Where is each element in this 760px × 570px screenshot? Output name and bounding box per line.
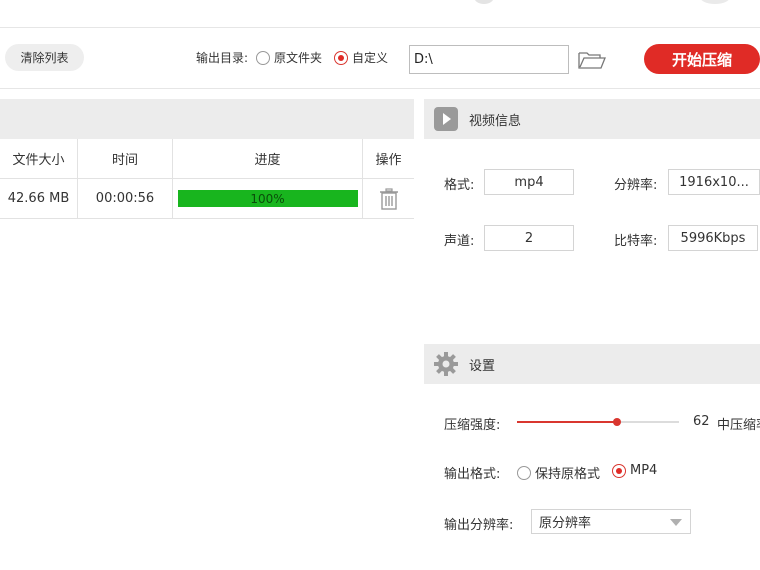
table-row[interactable]: 42.66 MB 00:00:56 100%: [0, 179, 414, 219]
strength-desc: 中压缩率: [717, 418, 760, 433]
bitrate-value: 5996Kbps: [668, 225, 758, 251]
video-info-header: 视频信息: [424, 99, 760, 139]
folder-open-icon[interactable]: [578, 50, 606, 70]
slider-fill: [517, 421, 618, 423]
progress-bar: 100%: [177, 190, 358, 207]
window-control-icon[interactable]: [474, 0, 494, 4]
column-header: 时间: [78, 139, 173, 178]
bitrate-label: 比特率:: [614, 234, 658, 249]
output-path-input[interactable]: [409, 45, 569, 74]
output-dir-label: 输出目录:: [196, 51, 249, 65]
output-format-label: 输出格式:: [444, 467, 501, 482]
toolbar: 清除列表 输出目录: 原文件夹 自定义 开始压缩: [0, 28, 760, 89]
action-cell: [363, 179, 414, 218]
compression-slider[interactable]: [517, 418, 679, 426]
radio-mp4-label: MP4: [630, 463, 658, 478]
column-header: 操作: [375, 153, 402, 168]
radio-original-folder[interactable]: 原文件夹: [256, 49, 322, 66]
table-header-row: 文件大小 时间 进度 操作: [0, 139, 414, 179]
radio-keep-format[interactable]: 保持原格式: [517, 463, 600, 482]
duration-cell: 00:00:56: [78, 179, 173, 218]
file-list-header-bar: [0, 99, 414, 139]
video-info-title: 视频信息: [469, 113, 522, 129]
output-resolution-select[interactable]: 原分辨率: [531, 509, 691, 534]
settings-title: 设置: [469, 358, 496, 374]
chevron-down-icon: [670, 519, 682, 526]
file-size-cell: 42.66 MB: [0, 179, 78, 218]
resolution-label: 分辨率:: [614, 178, 658, 193]
format-label: 格式:: [444, 178, 475, 193]
radio-mp4[interactable]: MP4: [612, 463, 657, 478]
radio-original-label: 原文件夹: [274, 51, 323, 65]
clear-list-button[interactable]: 清除列表: [5, 44, 84, 71]
channels-label: 声道:: [444, 234, 475, 249]
window-control-icon[interactable]: [700, 0, 730, 4]
radio-indicator: [256, 50, 270, 65]
title-bar: [0, 0, 760, 28]
gear-icon: [434, 352, 458, 376]
column-header: 文件大小: [0, 139, 78, 178]
resolution-value: 1916x10...: [668, 169, 760, 195]
radio-custom-folder[interactable]: 自定义: [334, 49, 388, 66]
column-header: 进度: [173, 139, 363, 178]
slider-thumb[interactable]: [613, 418, 622, 426]
progress-text: 100%: [250, 191, 285, 206]
output-resolution-label: 输出分辨率:: [444, 518, 514, 533]
trash-icon[interactable]: [379, 187, 399, 210]
channels-value: 2: [484, 225, 574, 251]
strength-value: 62: [693, 414, 710, 429]
settings-header: 设置: [424, 344, 760, 384]
radio-indicator: [612, 463, 626, 478]
radio-indicator: [334, 50, 348, 65]
radio-indicator: [517, 465, 531, 480]
file-table: 文件大小 时间 进度 操作 42.66 MB 00:00:56 100%: [0, 139, 414, 219]
format-value: mp4: [484, 169, 574, 195]
radio-custom-label: 自定义: [352, 51, 389, 65]
radio-keep-format-label: 保持原格式: [535, 467, 601, 482]
strength-label: 压缩强度:: [444, 418, 501, 433]
start-compress-button[interactable]: 开始压缩: [644, 44, 760, 74]
progress-cell: 100%: [173, 179, 363, 218]
output-resolution-value: 原分辨率: [539, 516, 592, 531]
play-icon: [434, 107, 458, 131]
